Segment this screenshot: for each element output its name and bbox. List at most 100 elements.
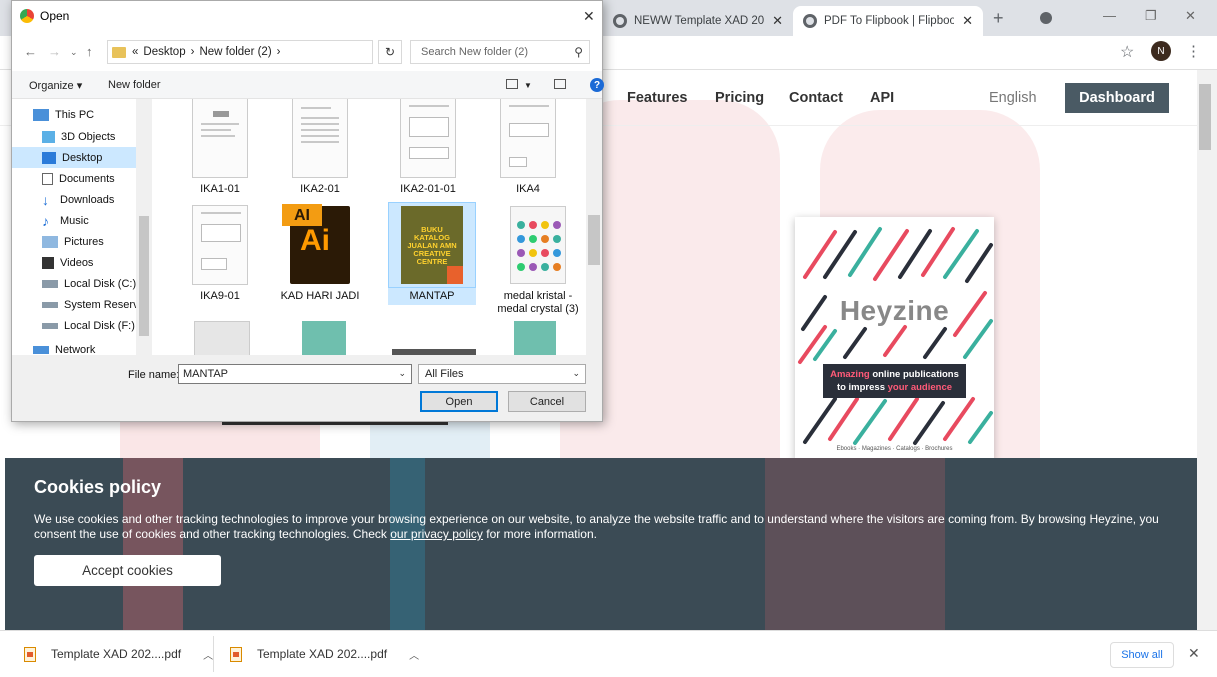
tree-item-music[interactable]: ♪ Music (12, 210, 152, 231)
flipbook-cover[interactable]: Heyzine Amazing online publications to im… (795, 217, 994, 461)
download-item[interactable]: Template XAD 202....pdf ︿ (24, 641, 213, 667)
forward-arrow-icon[interactable]: → (48, 44, 61, 59)
help-icon[interactable]: ? (590, 78, 604, 92)
extension-icon[interactable] (1040, 12, 1052, 24)
nav-contact[interactable]: Contact (789, 90, 843, 106)
tagline-highlight: your audience (887, 382, 953, 393)
chrome-icon (20, 9, 34, 23)
tree-label: Documents (59, 172, 115, 185)
medal-grid-graphic (517, 221, 561, 271)
file-thumbnail-partial[interactable] (514, 321, 556, 355)
tab-close-icon[interactable]: ✕ (772, 13, 783, 29)
chevron-up-icon[interactable]: ︿ (203, 647, 213, 662)
tab-heyzine[interactable]: PDF To Flipbook | Flipbook O ✕ (793, 6, 983, 36)
open-button[interactable]: Open (420, 391, 498, 412)
recent-dropdown-icon[interactable]: ⌄ (70, 47, 78, 58)
show-all-button[interactable]: Show all (1110, 642, 1174, 668)
up-arrow-icon[interactable]: ↑ (86, 44, 93, 59)
dashboard-button[interactable]: Dashboard (1065, 83, 1169, 113)
document-thumbnail (292, 99, 348, 178)
tree-item-local-disk-f[interactable]: Local Disk (F:) (12, 315, 152, 336)
file-name: IKA2-01 (300, 183, 340, 195)
nav-pricing[interactable]: Pricing (715, 90, 764, 106)
new-tab-button[interactable]: + (993, 8, 1004, 29)
ai-glyph: Ai (300, 224, 330, 257)
tree-item-downloads[interactable]: ↓ Downloads (12, 189, 152, 210)
tree-item-documents[interactable]: Documents (12, 168, 152, 189)
file-item-medal-kristal[interactable]: medal kristal - medal crystal (3) (494, 202, 582, 318)
file-item-ika2-01-01[interactable]: IKA2-01-01 (384, 99, 472, 198)
breadcrumb-separator[interactable]: › (277, 46, 281, 58)
file-thumbnail-partial[interactable] (302, 321, 346, 355)
view-dropdown-icon[interactable]: ▼ (524, 81, 532, 90)
file-name: IKA9-01 (200, 290, 240, 302)
dialog-close-icon[interactable]: ✕ (583, 8, 595, 25)
window-close-icon[interactable]: ✕ (1185, 8, 1196, 24)
divider (213, 636, 214, 672)
cancel-button[interactable]: Cancel (508, 391, 586, 412)
breadcrumb-desktop[interactable]: Desktop (143, 46, 185, 58)
pdf-file-icon (230, 646, 242, 662)
chevron-down-icon[interactable]: ⌄ (398, 368, 406, 379)
tab-template[interactable]: NEWW Template XAD 2021 |a ✕ (603, 6, 793, 36)
view-options-icon[interactable] (506, 79, 518, 89)
menu-kebab-icon[interactable]: ⋮ (1186, 42, 1201, 60)
file-name: IKA1-01 (200, 183, 240, 195)
cookie-banner: Cookies policy We use cookies and other … (5, 458, 1197, 630)
computer-icon (33, 108, 49, 121)
address-bar[interactable]: « Desktop › New folder (2) › ⌄ (107, 40, 457, 64)
file-thumbnail-partial[interactable] (194, 321, 250, 355)
file-list-scrollbar-thumb[interactable] (588, 215, 600, 265)
file-item-kad-hari-jadi[interactable]: AI Ai KAD HARI JADI (276, 202, 364, 305)
breadcrumb-separator[interactable]: › (191, 46, 195, 58)
file-name-input[interactable]: MANTAP ⌄ (178, 364, 412, 384)
privacy-policy-link[interactable]: our privacy policy (390, 527, 483, 541)
tree-label: Desktop (62, 151, 103, 164)
nav-features[interactable]: Features (627, 90, 687, 106)
tree-item-desktop[interactable]: Desktop (12, 147, 152, 168)
tree-item-network[interactable]: Network (12, 339, 152, 355)
file-name: IKA2-01-01 (400, 183, 456, 195)
preview-pane-icon[interactable] (554, 79, 566, 89)
tree-item-local-disk-c[interactable]: Local Disk (C:) (12, 273, 152, 294)
nav-api[interactable]: API (870, 90, 894, 106)
chevron-down-icon[interactable]: ⌄ (572, 368, 580, 379)
drive-icon (42, 301, 58, 308)
accept-cookies-button[interactable]: Accept cookies (34, 555, 221, 586)
close-downloads-icon[interactable]: ✕ (1188, 645, 1200, 662)
cookie-text: We use cookies and other tracking techno… (34, 512, 1164, 542)
language-selector[interactable]: English (989, 90, 1037, 106)
tree-scrollbar-thumb[interactable] (139, 216, 149, 336)
tree-label: Pictures (64, 235, 104, 248)
folder-search-input[interactable]: Search New folder (2) ⚲ (410, 40, 590, 64)
page-scrollbar[interactable] (1197, 70, 1217, 630)
file-item-ika9[interactable]: IKA9-01 (176, 202, 264, 305)
open-file-dialog: Open ✕ ← → ⌄ ↑ « Desktop › New folder (2… (11, 0, 604, 422)
tab-close-icon[interactable]: ✕ (962, 13, 973, 29)
refresh-icon[interactable]: ↻ (378, 40, 402, 64)
pdf-badge-icon (447, 266, 463, 284)
tree-item-pictures[interactable]: Pictures (12, 231, 152, 252)
tree-item-this-pc[interactable]: This PC (12, 104, 152, 125)
file-item-mantap[interactable]: BUKU KATALOG JUALAN AMN CREATIVE CENTRE … (388, 202, 476, 305)
bookmark-star-icon[interactable]: ☆ (1120, 42, 1134, 62)
breadcrumb-folder[interactable]: New folder (2) (199, 46, 271, 58)
page-scrollbar-thumb[interactable] (1199, 84, 1211, 150)
restore-icon[interactable]: ❐ (1145, 8, 1157, 24)
breadcrumb-overflow[interactable]: « (132, 46, 138, 58)
tree-item-videos[interactable]: Videos (12, 252, 152, 273)
file-item-ika1[interactable]: IKA1-01 (176, 99, 264, 198)
file-item-ika2[interactable]: IKA2-01 (276, 99, 364, 198)
back-arrow-icon[interactable]: ← (24, 44, 37, 59)
tree-item-3d-objects[interactable]: 3D Objects (12, 126, 152, 147)
minimize-icon[interactable]: — (1103, 8, 1116, 23)
file-item-ika4[interactable]: IKA4 (484, 99, 572, 198)
organize-menu[interactable]: Organize ▾ (29, 79, 82, 92)
profile-avatar[interactable]: N (1151, 41, 1171, 61)
download-item[interactable]: Template XAD 202....pdf ︿ (230, 641, 419, 667)
new-folder-button[interactable]: New folder (108, 79, 161, 91)
file-type-select[interactable]: All Files ⌄ (418, 364, 586, 384)
search-icon: ⚲ (574, 45, 583, 59)
chevron-up-icon[interactable]: ︿ (409, 647, 419, 662)
tree-item-system-reserved[interactable]: System Reservec (12, 294, 152, 315)
